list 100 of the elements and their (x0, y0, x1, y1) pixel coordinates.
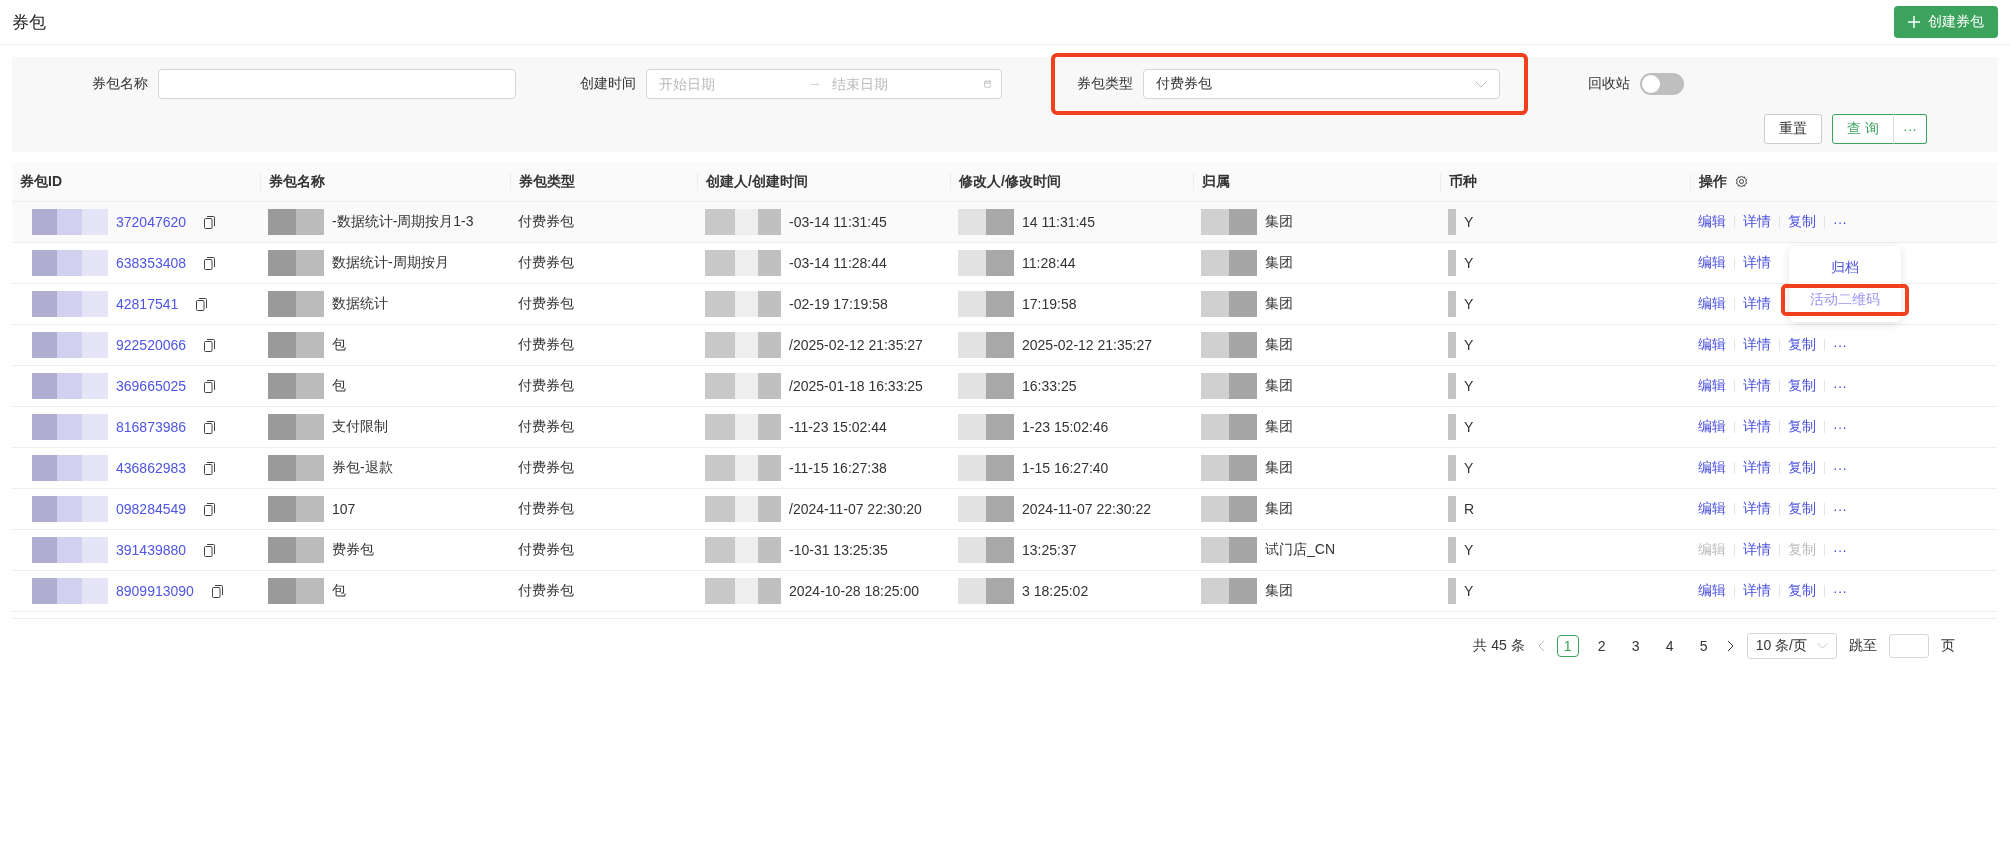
action-link[interactable]: 复制 (1788, 336, 1816, 354)
table-cell: 付费券包 (518, 500, 574, 518)
copy-icon[interactable] (204, 379, 216, 393)
table-cell[interactable]: 816873986 (116, 419, 187, 435)
copy-icon[interactable] (204, 502, 216, 516)
page-button[interactable]: 5 (1692, 635, 1715, 657)
redaction-mosaic (958, 291, 1014, 317)
page-button[interactable]: 2 (1590, 635, 1613, 657)
copy-icon[interactable] (204, 543, 216, 557)
table-cell: 付费券包 (518, 254, 574, 272)
table-cell: 券包-退款 (332, 459, 393, 477)
recycle-switch[interactable] (1640, 73, 1684, 95)
settings-icon[interactable] (1735, 175, 1748, 188)
query-button[interactable]: 查 询 (1832, 114, 1894, 144)
page-button[interactable]: 4 (1658, 635, 1681, 657)
table-cell[interactable]: 436862983 (116, 460, 187, 476)
action-link[interactable]: ··· (1833, 378, 1847, 394)
menu-item[interactable]: 归档 (1781, 252, 1909, 284)
redaction-mosaic (958, 373, 1014, 399)
copy-icon[interactable] (204, 338, 216, 352)
action-link[interactable]: 编辑 (1698, 254, 1726, 272)
total-count: 共 45 条 (1473, 637, 1525, 655)
redaction-mosaic (1201, 455, 1257, 481)
action-link[interactable]: 复制 (1788, 377, 1816, 395)
page-size-select[interactable]: 10 条/页 (1746, 633, 1837, 659)
table-cell[interactable]: 922520066 (116, 337, 187, 353)
action-link[interactable]: 编辑 (1698, 459, 1726, 477)
action-link[interactable]: 详情 (1743, 459, 1771, 477)
redaction-mosaic (268, 332, 324, 358)
end-date-field[interactable]: 结束日期 (829, 75, 974, 93)
table-cell[interactable]: 42817541 (116, 296, 179, 312)
redaction-mosaic (1448, 209, 1456, 235)
column-header: 修改人/修改时间 (959, 172, 1061, 191)
column-header: 券包ID (20, 172, 62, 191)
jump-field[interactable] (1889, 634, 1929, 658)
action-link[interactable]: 复制 (1788, 459, 1816, 477)
table-cell[interactable]: 8909913090 (116, 583, 194, 599)
action-link[interactable]: 详情 (1743, 336, 1771, 354)
action-link[interactable]: 详情 (1743, 213, 1771, 231)
action-link[interactable]: 复制 (1788, 418, 1816, 436)
table-cell: 试门店_CN (1265, 541, 1335, 559)
action-link[interactable]: ··· (1833, 460, 1847, 476)
action-link[interactable]: 复制 (1788, 213, 1816, 231)
action-link[interactable]: 详情 (1743, 295, 1771, 313)
action-link[interactable]: 复制 (1788, 582, 1816, 600)
action-link[interactable]: ··· (1833, 337, 1847, 353)
redaction-mosaic (1201, 209, 1257, 235)
table-cell[interactable]: 391439880 (116, 542, 187, 558)
copy-icon[interactable] (211, 584, 223, 598)
action-link[interactable]: ··· (1833, 542, 1847, 558)
action-link[interactable]: 编辑 (1698, 295, 1726, 313)
action-link[interactable]: 详情 (1743, 254, 1771, 272)
page-button[interactable]: 3 (1624, 635, 1647, 657)
column-header: 币种 (1449, 172, 1477, 191)
action-link[interactable]: 编辑 (1698, 377, 1726, 395)
redaction-mosaic (1448, 332, 1456, 358)
action-link[interactable]: ··· (1833, 214, 1847, 230)
table-cell[interactable]: 098284549 (116, 501, 187, 517)
redaction-mosaic (268, 537, 324, 563)
action-link[interactable]: 编辑 (1698, 418, 1726, 436)
reset-button[interactable]: 重置 (1764, 114, 1823, 144)
action-link[interactable]: 详情 (1743, 500, 1771, 518)
table-cell: 1-15 16:27:40 (1022, 460, 1109, 476)
redaction-mosaic (268, 455, 324, 481)
start-date-field[interactable]: 开始日期 (657, 75, 801, 93)
table-cell[interactable]: 372047620 (116, 214, 187, 230)
action-link[interactable]: 编辑 (1698, 582, 1726, 600)
copy-icon[interactable] (196, 297, 208, 311)
copy-icon[interactable] (204, 461, 216, 475)
table-cell: Y (1464, 460, 1474, 476)
field-label: 回收站 (1588, 75, 1630, 93)
table-cell[interactable]: 638353408 (116, 255, 187, 271)
action-link[interactable]: 详情 (1743, 418, 1771, 436)
table-cell: 数据统计 (332, 295, 388, 313)
action-link[interactable]: 详情 (1743, 541, 1771, 559)
action-link[interactable]: 复制 (1788, 500, 1816, 518)
copy-icon[interactable] (204, 256, 216, 270)
action-link[interactable]: 编辑 (1698, 213, 1726, 231)
action-link[interactable]: 详情 (1743, 377, 1771, 395)
action-link[interactable]: 详情 (1743, 582, 1771, 600)
action-link[interactable]: ··· (1833, 583, 1847, 599)
copy-icon[interactable] (204, 215, 216, 229)
action-link[interactable]: ··· (1833, 419, 1847, 435)
type-select[interactable]: 付费券包 (1143, 69, 1500, 99)
table-cell: 107 (332, 501, 356, 517)
redaction-mosaic (958, 455, 1014, 481)
table-cell: 付费券包 (518, 541, 574, 559)
action-link[interactable]: ··· (1833, 501, 1847, 517)
copy-icon[interactable] (204, 420, 216, 434)
action-link[interactable]: 编辑 (1698, 500, 1726, 518)
redaction-mosaic (268, 496, 324, 522)
next-page-icon[interactable] (1726, 640, 1735, 652)
name-field[interactable] (158, 69, 516, 99)
redaction-mosaic (1201, 250, 1257, 276)
table-cell: -数据统计-周期按月1-3 (332, 213, 474, 231)
table-cell: 1-23 15:02:46 (1022, 419, 1109, 435)
table-cell: Y (1464, 337, 1474, 353)
table-cell: Y (1464, 296, 1474, 312)
action-link[interactable]: 编辑 (1698, 336, 1726, 354)
table-cell[interactable]: 369665025 (116, 378, 187, 394)
